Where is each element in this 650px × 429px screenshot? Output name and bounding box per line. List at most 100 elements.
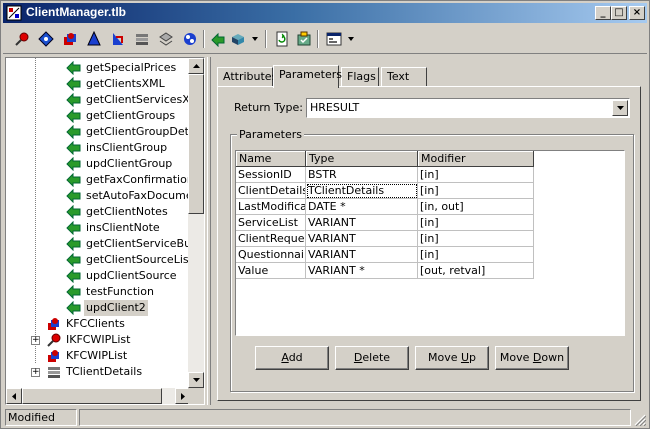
column-header[interactable]: Type — [306, 151, 418, 167]
typedef-icon — [113, 33, 123, 45]
tree-horizontal-scrollbar[interactable] — [6, 388, 191, 404]
tree-item-label: getClientGroups — [86, 109, 176, 122]
maximize-button[interactable]: □ — [611, 6, 627, 20]
grid-cell[interactable]: LastModification — [236, 199, 306, 215]
tab-parameters[interactable]: Parameters — [273, 65, 342, 88]
tree-item-label: setAutoFaxDocument — [86, 189, 191, 202]
tree-item-label: getSpecialPrices — [86, 61, 177, 74]
tab-label: Parameters — [279, 68, 342, 81]
pin-icon — [15, 32, 29, 46]
window-title: ClientManager.tlb — [26, 5, 127, 19]
view-tool-button[interactable] — [323, 29, 345, 49]
grid-cell[interactable]: DATE * — [306, 199, 418, 215]
horizontal-scroll-thumb[interactable] — [22, 388, 162, 404]
parameters-grid[interactable]: Name Type Modifier SessionID BSTR [in] ClientD… — [235, 150, 625, 336]
move-up-button[interactable]: Move Up — [415, 346, 489, 370]
resize-grip-icon[interactable] — [634, 414, 646, 426]
column-header[interactable]: Modifier — [418, 151, 534, 167]
grid-cell[interactable]: [in, out] — [418, 199, 534, 215]
tree-item-label: testFunction — [86, 285, 154, 298]
column-header[interactable]: Name — [236, 151, 306, 167]
status-text: Modified — [5, 409, 77, 426]
grid-cell[interactable]: VARIANT — [306, 247, 418, 263]
register-tool-button[interactable] — [293, 29, 315, 49]
method-icon — [66, 284, 82, 300]
coclass-tool-button[interactable] — [59, 29, 81, 49]
tree-item-label: getClientServicesXML — [86, 93, 191, 106]
scroll-up-button[interactable] — [188, 58, 204, 74]
tree-vertical-scrollbar[interactable] — [188, 58, 204, 388]
module-icon — [87, 31, 101, 46]
tab-flags[interactable]: Flags — [341, 67, 379, 87]
grid-cell[interactable]: VARIANT — [306, 231, 418, 247]
property-icon — [232, 34, 244, 45]
grid-cell[interactable]: [out, retval] — [418, 263, 534, 279]
tree-item-label: insClientGroup — [86, 141, 168, 154]
expand-icon[interactable]: + — [31, 368, 40, 377]
grid-cell[interactable]: [in] — [418, 167, 534, 183]
method-icon — [66, 124, 82, 140]
grid-cell[interactable]: SessionID — [236, 167, 306, 183]
arrow-down-icon — [192, 378, 200, 382]
return-type-select[interactable]: HRESULT — [306, 98, 630, 118]
typelib-icon — [6, 5, 22, 21]
pane-splitter[interactable] — [207, 57, 211, 405]
alias-tool-button[interactable] — [131, 29, 153, 49]
refresh-tool-button[interactable] — [271, 29, 293, 49]
enum-tool-button[interactable] — [155, 29, 177, 49]
module-tool-button[interactable] — [83, 29, 105, 49]
close-button[interactable]: × — [629, 6, 645, 20]
grid-cell[interactable]: VARIANT * — [306, 263, 418, 279]
union-icon — [184, 33, 196, 45]
toolbar — [3, 25, 647, 54]
minimize-button[interactable]: _ — [595, 6, 611, 20]
tab-attributes[interactable]: Attributes — [217, 67, 277, 87]
add-button-label: Add — [281, 351, 303, 364]
move-down-button[interactable]: Move Down — [495, 346, 569, 370]
property-dropdown-arrow[interactable] — [252, 37, 258, 41]
scrollbar-corner — [188, 388, 204, 404]
grid-cell[interactable]: VARIANT — [306, 215, 418, 231]
vertical-scroll-thumb[interactable] — [188, 74, 204, 214]
expand-icon[interactable]: + — [31, 336, 40, 345]
parameters-tab-page: Return Type: HRESULT Parameters Name Type… — [217, 86, 641, 401]
title-bar[interactable]: ClientManager.tlb _ □ × — [3, 3, 647, 23]
pin-tool-button[interactable] — [11, 29, 33, 49]
method-icon — [66, 188, 82, 204]
method-icon — [66, 92, 82, 108]
interface-tool-button[interactable] — [35, 29, 57, 49]
scroll-left-button[interactable] — [6, 388, 22, 404]
method-icon — [66, 252, 82, 268]
grid-cell[interactable]: ServiceList — [236, 215, 306, 231]
method-tool-button[interactable] — [207, 29, 229, 49]
tree-item-label: getFaxConfirmationDc — [86, 173, 191, 186]
delete-button-label: Delete — [353, 351, 391, 364]
typedef-tool-button[interactable] — [107, 29, 129, 49]
grid-cell[interactable]: [in] — [418, 215, 534, 231]
type-library-tree[interactable]: getSpecialPrices getClientsXML getClientSe… — [5, 57, 205, 405]
grid-cell[interactable]: Value — [236, 263, 306, 279]
status-pane-empty — [79, 409, 631, 426]
grid-cell[interactable]: ClientDetails — [236, 183, 306, 199]
move-up-button-label: Move Up — [427, 351, 477, 364]
minimize-icon: _ — [600, 7, 606, 18]
grid-cell[interactable]: ClientRequests — [236, 231, 306, 247]
grid-cell[interactable]: [in] — [418, 231, 534, 247]
enum-icon — [159, 32, 173, 46]
parameters-group-title: Parameters — [237, 128, 304, 141]
grid-cell[interactable]: [in] — [418, 183, 534, 199]
tree-item-label: updClientSource — [86, 269, 177, 282]
grid-cell[interactable]: BSTR — [306, 167, 418, 183]
delete-button[interactable]: Delete — [335, 346, 409, 370]
union-tool-button[interactable] — [179, 29, 201, 49]
view-dropdown-arrow[interactable] — [348, 37, 354, 41]
close-icon: × — [632, 7, 642, 18]
grid-cell[interactable]: Questionnaire — [236, 247, 306, 263]
tab-text[interactable]: Text — [381, 67, 427, 87]
add-button[interactable]: Add — [255, 346, 329, 370]
property-tool-button[interactable] — [227, 29, 249, 49]
grid-cell[interactable]: [in] — [418, 247, 534, 263]
grid-cell[interactable]: TClientDetails — [306, 183, 418, 199]
return-type-dropdown-button[interactable] — [612, 100, 628, 116]
scroll-down-button[interactable] — [188, 372, 204, 388]
